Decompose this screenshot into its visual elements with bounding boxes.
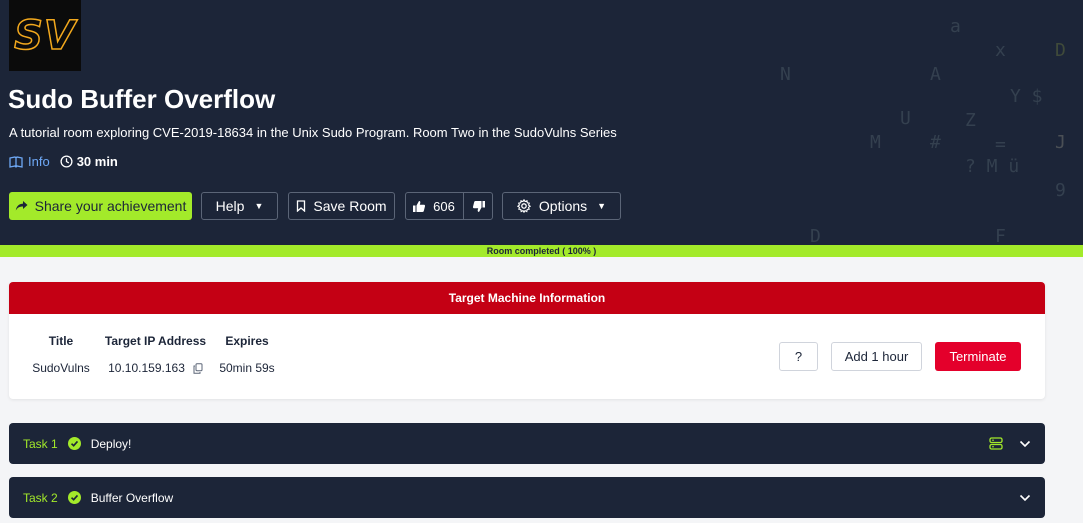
target-ip-value: 10.10.159.163 (108, 361, 185, 375)
logo-text: SV (13, 12, 76, 60)
check-circle-icon (67, 491, 81, 504)
thumbs-up-icon[interactable] (412, 200, 426, 213)
expires-value: 50min 59s (219, 361, 275, 375)
check-circle-icon (67, 437, 81, 450)
task-name: Deploy! (90, 436, 132, 451)
info-link[interactable]: Info (9, 154, 50, 169)
matrix-background-pattern: a D x N A Y $ U Z M # = J ? M ü 9 F D (780, 16, 1066, 245)
thumbs-down-icon[interactable] (472, 200, 486, 213)
copy-icon[interactable] (193, 362, 203, 374)
vote-group: 606 (405, 192, 493, 220)
caret-down-icon: ▼ (597, 201, 607, 211)
terminate-button[interactable]: Terminate (935, 342, 1021, 371)
share-icon (15, 201, 28, 211)
caret-down-icon: ▼ (254, 201, 264, 211)
save-label: Save Room (313, 198, 387, 214)
server-icon (989, 437, 1003, 450)
clock-icon (60, 155, 73, 168)
duration-label: 30 min (76, 154, 118, 169)
room-meta: Info 30 min (9, 154, 118, 169)
task-number: Task 1 (23, 436, 58, 451)
gear-icon (516, 199, 531, 213)
task-item[interactable]: Task 2 Buffer Overflow (9, 477, 1045, 518)
help-dropdown-button[interactable]: Help ▼ (201, 192, 278, 220)
help-label: Help (215, 198, 245, 214)
target-machine-header: Target Machine Information (9, 282, 1045, 314)
vote-count: 606 (433, 198, 455, 214)
info-label: Info (28, 154, 50, 169)
target-ip-header: Target IP Address (104, 334, 207, 348)
target-ip-column: Target IP Address 10.10.159.163 (101, 334, 210, 375)
options-label: Options (538, 198, 588, 214)
task-controls (1003, 477, 1031, 518)
machine-help-button[interactable]: ? (779, 342, 818, 371)
room-header: a D x N A Y $ U Z M # = J ? M ü 9 F D SV… (0, 0, 1083, 245)
task-controls (973, 423, 1031, 464)
task-name: Buffer Overflow (90, 490, 174, 505)
room-duration: 30 min (60, 154, 118, 169)
target-machine-card: Target Machine Information Title SudoVul… (9, 282, 1045, 399)
options-dropdown-button[interactable]: Options ▼ (502, 192, 621, 220)
target-ip-row: 10.10.159.163 (101, 361, 210, 375)
book-icon (9, 155, 23, 168)
room-title: Sudo Buffer Overflow (8, 84, 276, 114)
save-room-button[interactable]: Save Room (288, 192, 395, 220)
room-description: A tutorial room exploring CVE-2019-18634… (9, 125, 617, 140)
room-progress-bar: Room completed ( 100% ) (0, 245, 1083, 257)
share-label: Share your achievement (34, 198, 187, 214)
chevron-down-icon[interactable] (1019, 494, 1031, 502)
machine-title-header: Title (48, 334, 74, 348)
task-item[interactable]: Task 1 Deploy! (9, 423, 1045, 464)
share-achievement-button[interactable]: Share your achievement (9, 192, 192, 220)
room-logo: SV (9, 0, 81, 71)
machine-title-value: SudoVulns (32, 361, 90, 375)
progress-label: Room completed ( 100% ) (486, 246, 597, 256)
task-number: Task 2 (23, 490, 58, 505)
machine-title-column: Title SudoVulns (24, 334, 98, 375)
add-hour-button[interactable]: Add 1 hour (831, 342, 922, 371)
expires-header: Expires (225, 334, 269, 348)
expires-column: Expires 50min 59s (214, 334, 280, 375)
vote-divider (462, 193, 464, 219)
bookmark-icon (297, 200, 306, 212)
chevron-down-icon[interactable] (1019, 440, 1031, 448)
